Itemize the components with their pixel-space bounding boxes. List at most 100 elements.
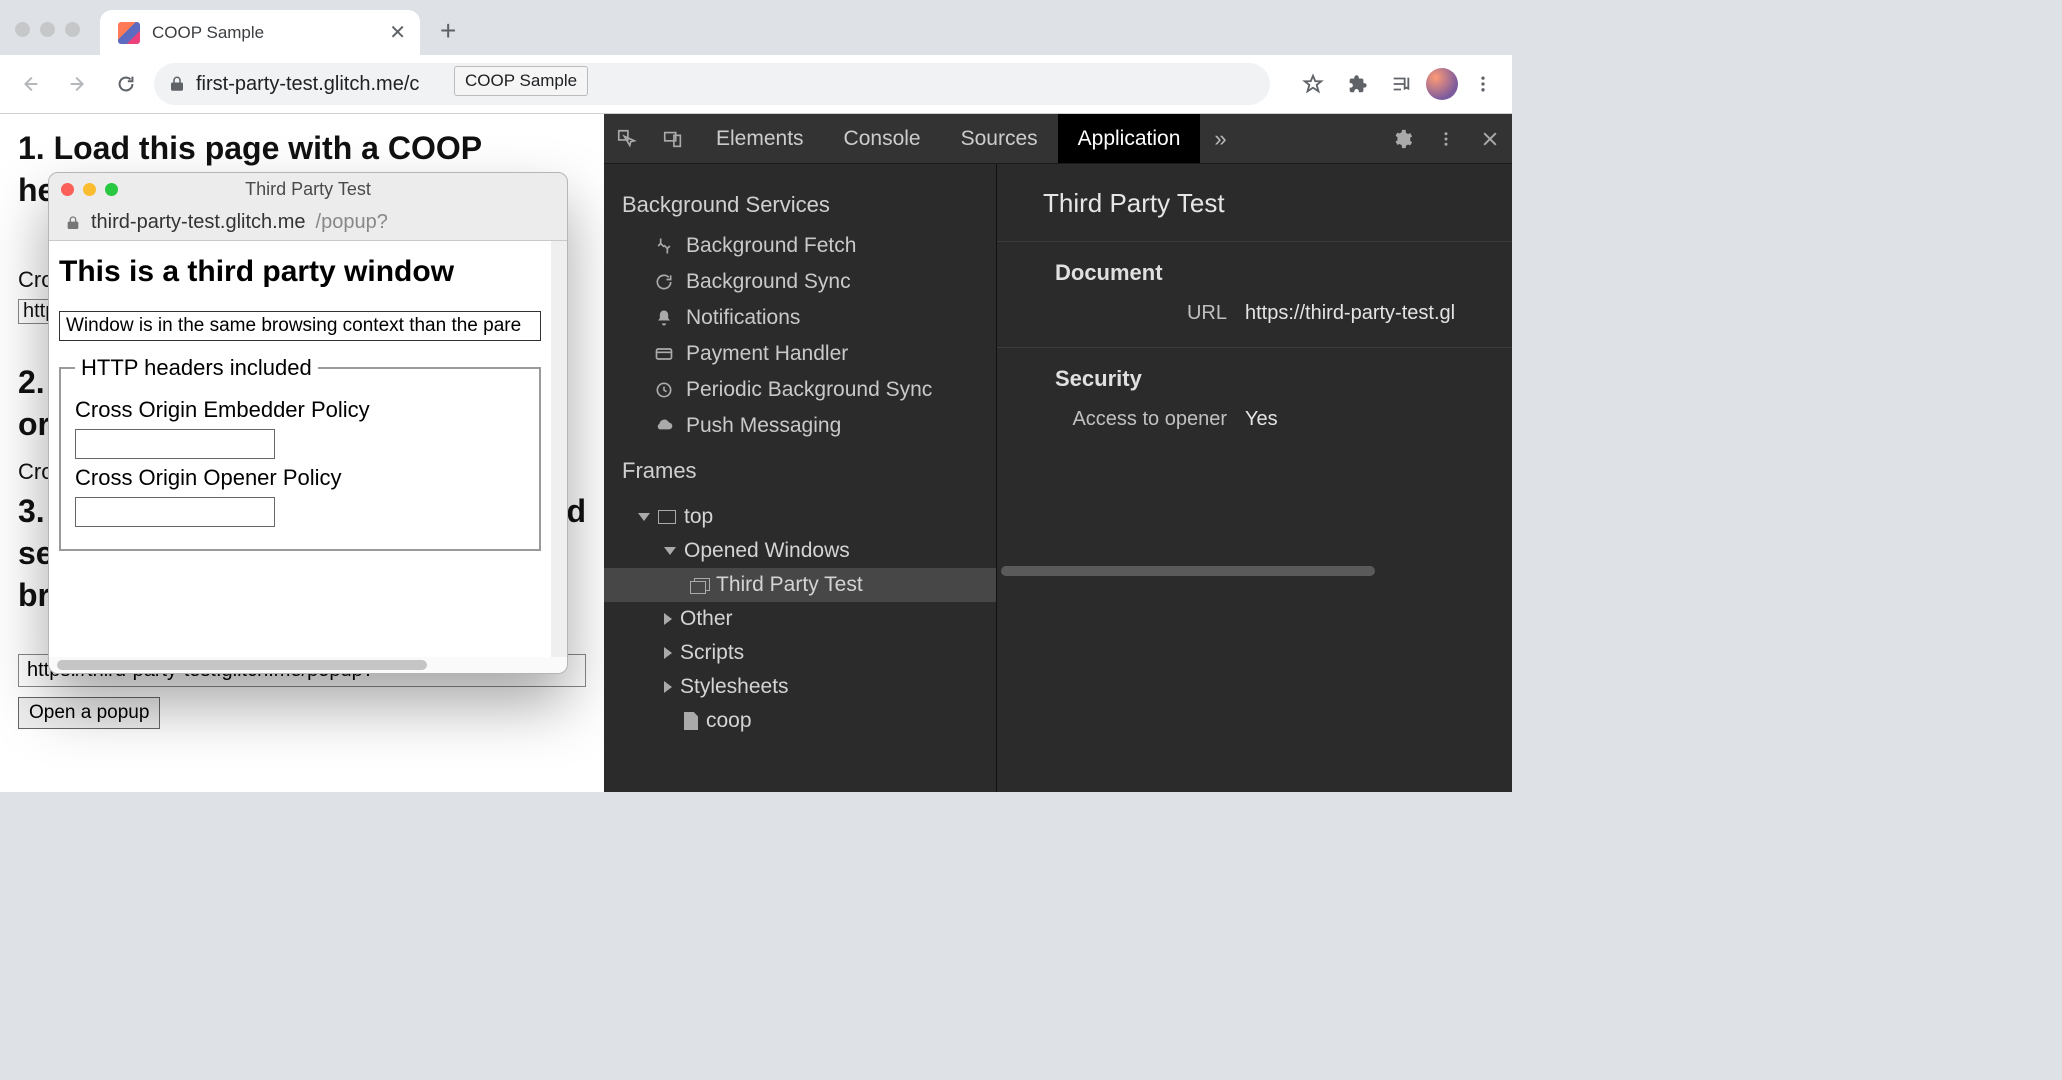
popup-body: This is a third party window Window is i… bbox=[49, 241, 567, 657]
fetch-icon bbox=[654, 236, 674, 256]
gear-icon bbox=[1391, 128, 1413, 150]
popup-coop-input[interactable] bbox=[75, 497, 275, 527]
card-icon bbox=[654, 344, 674, 364]
arrow-left-icon bbox=[19, 73, 41, 95]
chevron-right-icon bbox=[664, 613, 672, 625]
devtools-tabbar: Elements Console Sources Application » bbox=[604, 114, 1512, 164]
clock-icon bbox=[654, 380, 674, 400]
tab-console[interactable]: Console bbox=[824, 114, 941, 163]
devtools-detail-pane: Third Party Test Document URL https://th… bbox=[996, 164, 1512, 792]
popup-title: Third Party Test bbox=[49, 179, 567, 200]
tabs-overflow-button[interactable]: » bbox=[1200, 114, 1240, 163]
kebab-icon bbox=[1473, 74, 1493, 94]
inspect-button[interactable] bbox=[604, 114, 650, 163]
new-tab-button[interactable]: + bbox=[426, 11, 466, 55]
popup-lock-icon bbox=[65, 215, 81, 231]
popup-path: /popup? bbox=[316, 211, 388, 234]
opener-value: Yes bbox=[1245, 408, 1278, 431]
chevron-down-icon bbox=[664, 547, 676, 555]
open-popup-button[interactable]: Open a popup bbox=[18, 697, 160, 729]
popup-scrollbar[interactable] bbox=[49, 657, 567, 673]
chevron-right-icon bbox=[664, 647, 672, 659]
popup-coep-input[interactable] bbox=[75, 429, 275, 459]
maximize-window-dot[interactable] bbox=[65, 22, 80, 37]
profile-avatar[interactable] bbox=[1426, 68, 1458, 100]
device-toggle-button[interactable] bbox=[650, 114, 696, 163]
lock-icon bbox=[168, 75, 186, 93]
tab-strip: COOP Sample ✕ + bbox=[0, 0, 1512, 55]
popup-coop-label: Cross Origin Opener Policy bbox=[75, 465, 525, 491]
chevron-right-icon bbox=[664, 681, 672, 693]
close-tab-icon[interactable]: ✕ bbox=[389, 20, 406, 45]
popup-titlebar[interactable]: Third Party Test bbox=[49, 173, 567, 205]
popup-addressbar: third-party-test.glitch.me/popup? bbox=[49, 205, 567, 241]
tab-favicon bbox=[118, 22, 140, 44]
frame-file-coop[interactable]: coop bbox=[604, 704, 996, 738]
browser-chrome: COOP Sample ✕ + first-party-test.glitch.… bbox=[0, 0, 1512, 114]
security-section: Security Access to opener Yes bbox=[997, 347, 1512, 453]
windows-icon bbox=[690, 578, 708, 592]
popup-coep-label: Cross Origin Embedder Policy bbox=[75, 397, 525, 423]
sidebar-item-push-messaging[interactable]: Push Messaging bbox=[604, 408, 996, 444]
detail-title: Third Party Test bbox=[997, 188, 1512, 241]
sidebar-item-notifications[interactable]: Notifications bbox=[604, 300, 996, 336]
frame-scripts[interactable]: Scripts bbox=[604, 636, 996, 670]
reading-list-icon bbox=[1390, 73, 1412, 95]
close-icon bbox=[1480, 129, 1500, 149]
address-bar-tooltip: COOP Sample bbox=[454, 66, 588, 96]
detail-scrollbar-thumb[interactable] bbox=[1001, 566, 1375, 576]
tab-sources[interactable]: Sources bbox=[941, 114, 1058, 163]
toolbar-right bbox=[1294, 65, 1502, 103]
frames-heading: Frames bbox=[604, 444, 996, 494]
toolbar: first-party-test.glitch.me/c COOP Sample bbox=[0, 55, 1512, 114]
bookmark-button[interactable] bbox=[1294, 65, 1332, 103]
menu-button[interactable] bbox=[1464, 65, 1502, 103]
opener-row: Access to opener Yes bbox=[997, 404, 1512, 435]
devtools-close-button[interactable] bbox=[1468, 129, 1512, 149]
extensions-button[interactable] bbox=[1338, 65, 1376, 103]
address-bar-url: first-party-test.glitch.me/c bbox=[196, 73, 419, 96]
frame-top[interactable]: top bbox=[604, 500, 996, 534]
devtools-menu-button[interactable] bbox=[1424, 130, 1468, 148]
sidebar-item-periodic-sync[interactable]: Periodic Background Sync bbox=[604, 372, 996, 408]
reload-icon bbox=[115, 73, 137, 95]
reload-button[interactable] bbox=[106, 64, 146, 104]
tab-application[interactable]: Application bbox=[1058, 114, 1201, 163]
tab-title: COOP Sample bbox=[152, 23, 264, 43]
frame-other[interactable]: Other bbox=[604, 602, 996, 636]
bell-icon bbox=[654, 308, 674, 328]
frames-tree: top Opened Windows Third Party Test Othe… bbox=[604, 494, 996, 744]
tab-coop-sample[interactable]: COOP Sample ✕ bbox=[100, 10, 420, 55]
close-window-dot[interactable] bbox=[15, 22, 30, 37]
frame-opened-windows[interactable]: Opened Windows bbox=[604, 534, 996, 568]
address-bar[interactable]: first-party-test.glitch.me/c COOP Sample bbox=[154, 63, 1270, 105]
cloud-icon bbox=[654, 416, 674, 436]
kebab-icon bbox=[1437, 130, 1455, 148]
document-url-row: URL https://third-party-test.gl bbox=[997, 298, 1512, 329]
popup-headers-fieldset: HTTP headers included Cross Origin Embed… bbox=[59, 355, 541, 551]
minimize-window-dot[interactable] bbox=[40, 22, 55, 37]
sidebar-item-payment-handler[interactable]: Payment Handler bbox=[604, 336, 996, 372]
background-services-heading: Background Services bbox=[604, 178, 996, 228]
frame-third-party-test[interactable]: Third Party Test bbox=[604, 568, 996, 602]
frame-icon bbox=[658, 510, 676, 524]
reading-list-button[interactable] bbox=[1382, 65, 1420, 103]
popup-fieldset-legend: HTTP headers included bbox=[75, 355, 318, 381]
puzzle-icon bbox=[1346, 73, 1368, 95]
back-button[interactable] bbox=[10, 64, 50, 104]
tab-elements[interactable]: Elements bbox=[696, 114, 824, 163]
window-traffic-lights bbox=[15, 22, 80, 37]
sidebar-item-background-sync[interactable]: Background Sync bbox=[604, 264, 996, 300]
star-icon bbox=[1302, 73, 1324, 95]
opener-label: Access to opener bbox=[1055, 408, 1227, 431]
popup-scrollbar-thumb[interactable] bbox=[57, 660, 427, 670]
sidebar-item-background-fetch[interactable]: Background Fetch bbox=[604, 228, 996, 264]
devtools-settings-button[interactable] bbox=[1380, 128, 1424, 150]
devtools-panel: Elements Console Sources Application » B… bbox=[604, 114, 1512, 792]
frame-stylesheets[interactable]: Stylesheets bbox=[604, 670, 996, 704]
url-value: https://third-party-test.gl bbox=[1245, 302, 1455, 325]
devtools-tabs: Elements Console Sources Application bbox=[696, 114, 1200, 163]
forward-button[interactable] bbox=[58, 64, 98, 104]
detail-scrollbar[interactable] bbox=[997, 564, 1392, 578]
device-icon bbox=[662, 128, 684, 150]
